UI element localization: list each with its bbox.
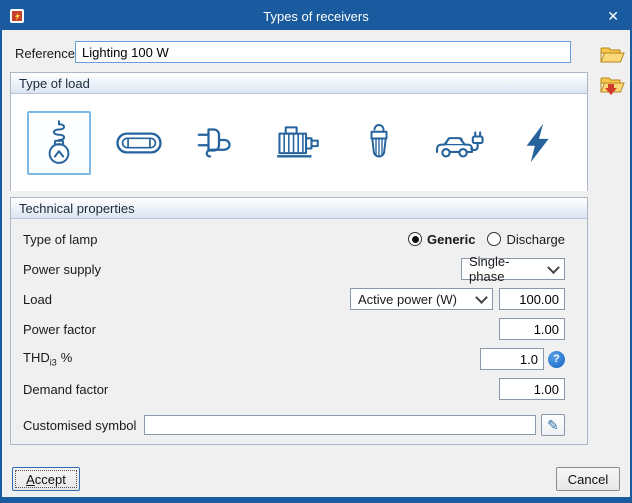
type-of-load-group: Type of load [10, 72, 588, 191]
chevron-down-icon [547, 260, 560, 274]
thd-label-base: THD [23, 350, 50, 366]
radio-discharge-label: Discharge [506, 231, 565, 247]
load-type-generic[interactable] [507, 111, 571, 175]
pencil-icon: ✎ [547, 416, 559, 433]
lightning-bolt-icon [526, 123, 549, 162]
load-type-incandescent-lamp[interactable] [27, 110, 91, 175]
power-factor-row: Power factor [11, 314, 587, 344]
edit-symbol-button[interactable]: ✎ [541, 414, 565, 436]
technical-properties-header: Technical properties [11, 198, 587, 219]
accept-rest: ccept [34, 471, 66, 487]
radio-discharge[interactable]: Discharge [487, 232, 565, 247]
radio-selected-icon [408, 232, 423, 246]
technical-rows: Type of lamp Generic Discharge Power sup… [11, 219, 587, 438]
window-title: Types of receivers [263, 8, 369, 24]
electric-vehicle-icon [436, 130, 484, 157]
motor-icon [277, 125, 319, 157]
chevron-down-icon [475, 290, 488, 304]
thd-label: THDi3% [23, 350, 72, 368]
load-type-fluorescent-luminaire[interactable] [107, 111, 171, 175]
load-type-row [11, 94, 587, 191]
import-folder-button[interactable] [597, 72, 627, 98]
type-of-lamp-label: Type of lamp [23, 231, 98, 247]
load-type-electric-vehicle[interactable] [427, 111, 491, 175]
radio-unselected-icon [487, 232, 502, 246]
load-type-motor[interactable] [267, 111, 331, 175]
type-of-load-header: Type of load [11, 73, 587, 94]
customised-symbol-row: Customised symbol ✎ [11, 412, 587, 438]
power-supply-row: Power supply Single-phase [11, 254, 587, 284]
type-of-lamp-row: Type of lamp Generic Discharge [11, 224, 587, 254]
load-label: Load [23, 291, 52, 307]
reference-input[interactable] [75, 41, 571, 63]
thd-row: THDi3% ? [11, 344, 587, 374]
hoist-icon [370, 123, 388, 157]
thd-label-percent: % [60, 350, 73, 366]
help-icon[interactable]: ? [548, 350, 565, 368]
customised-symbol-input[interactable] [144, 415, 536, 435]
load-mode-value: Active power (W) [358, 291, 457, 307]
power-factor-label: Power factor [23, 321, 96, 337]
folder-import-icon [600, 77, 625, 95]
open-folder-button[interactable] [597, 42, 627, 68]
radio-generic[interactable]: Generic [408, 232, 475, 247]
types-of-receivers-dialog: Types of receivers ✕ Reference Type of l… [0, 0, 632, 503]
folder-open-icon [600, 47, 625, 63]
load-value-input[interactable] [499, 288, 565, 310]
technical-properties-group: Technical properties Type of lamp Generi… [10, 197, 588, 445]
reference-label: Reference [15, 46, 75, 61]
load-type-plug[interactable] [187, 111, 251, 175]
demand-factor-input[interactable] [499, 378, 565, 400]
power-factor-input[interactable] [499, 318, 565, 340]
radio-generic-label: Generic [427, 231, 476, 247]
load-row: Load Active power (W) [11, 284, 587, 314]
thd-input[interactable] [480, 348, 544, 370]
demand-factor-row: Demand factor [11, 374, 587, 404]
plug-icon [197, 127, 231, 158]
close-button[interactable]: ✕ [607, 2, 619, 30]
titlebar: Types of receivers ✕ [2, 2, 630, 30]
accept-mnemonic: A [26, 471, 35, 487]
fluorescent-luminaire-icon [116, 131, 162, 154]
power-supply-label: Power supply [23, 261, 102, 277]
demand-factor-label: Demand factor [23, 381, 109, 397]
power-supply-select[interactable]: Single-phase [461, 254, 565, 284]
load-type-hoist[interactable] [347, 111, 411, 175]
customised-symbol-label: Customised symbol [23, 417, 137, 433]
accept-button[interactable]: Accept [12, 467, 80, 491]
thd-label-sub: i3 [49, 357, 57, 368]
incandescent-lamp-icon [48, 119, 70, 164]
cancel-button[interactable]: Cancel [556, 467, 620, 491]
power-supply-value: Single-phase [469, 254, 510, 284]
load-mode-select[interactable]: Active power (W) [350, 288, 493, 310]
